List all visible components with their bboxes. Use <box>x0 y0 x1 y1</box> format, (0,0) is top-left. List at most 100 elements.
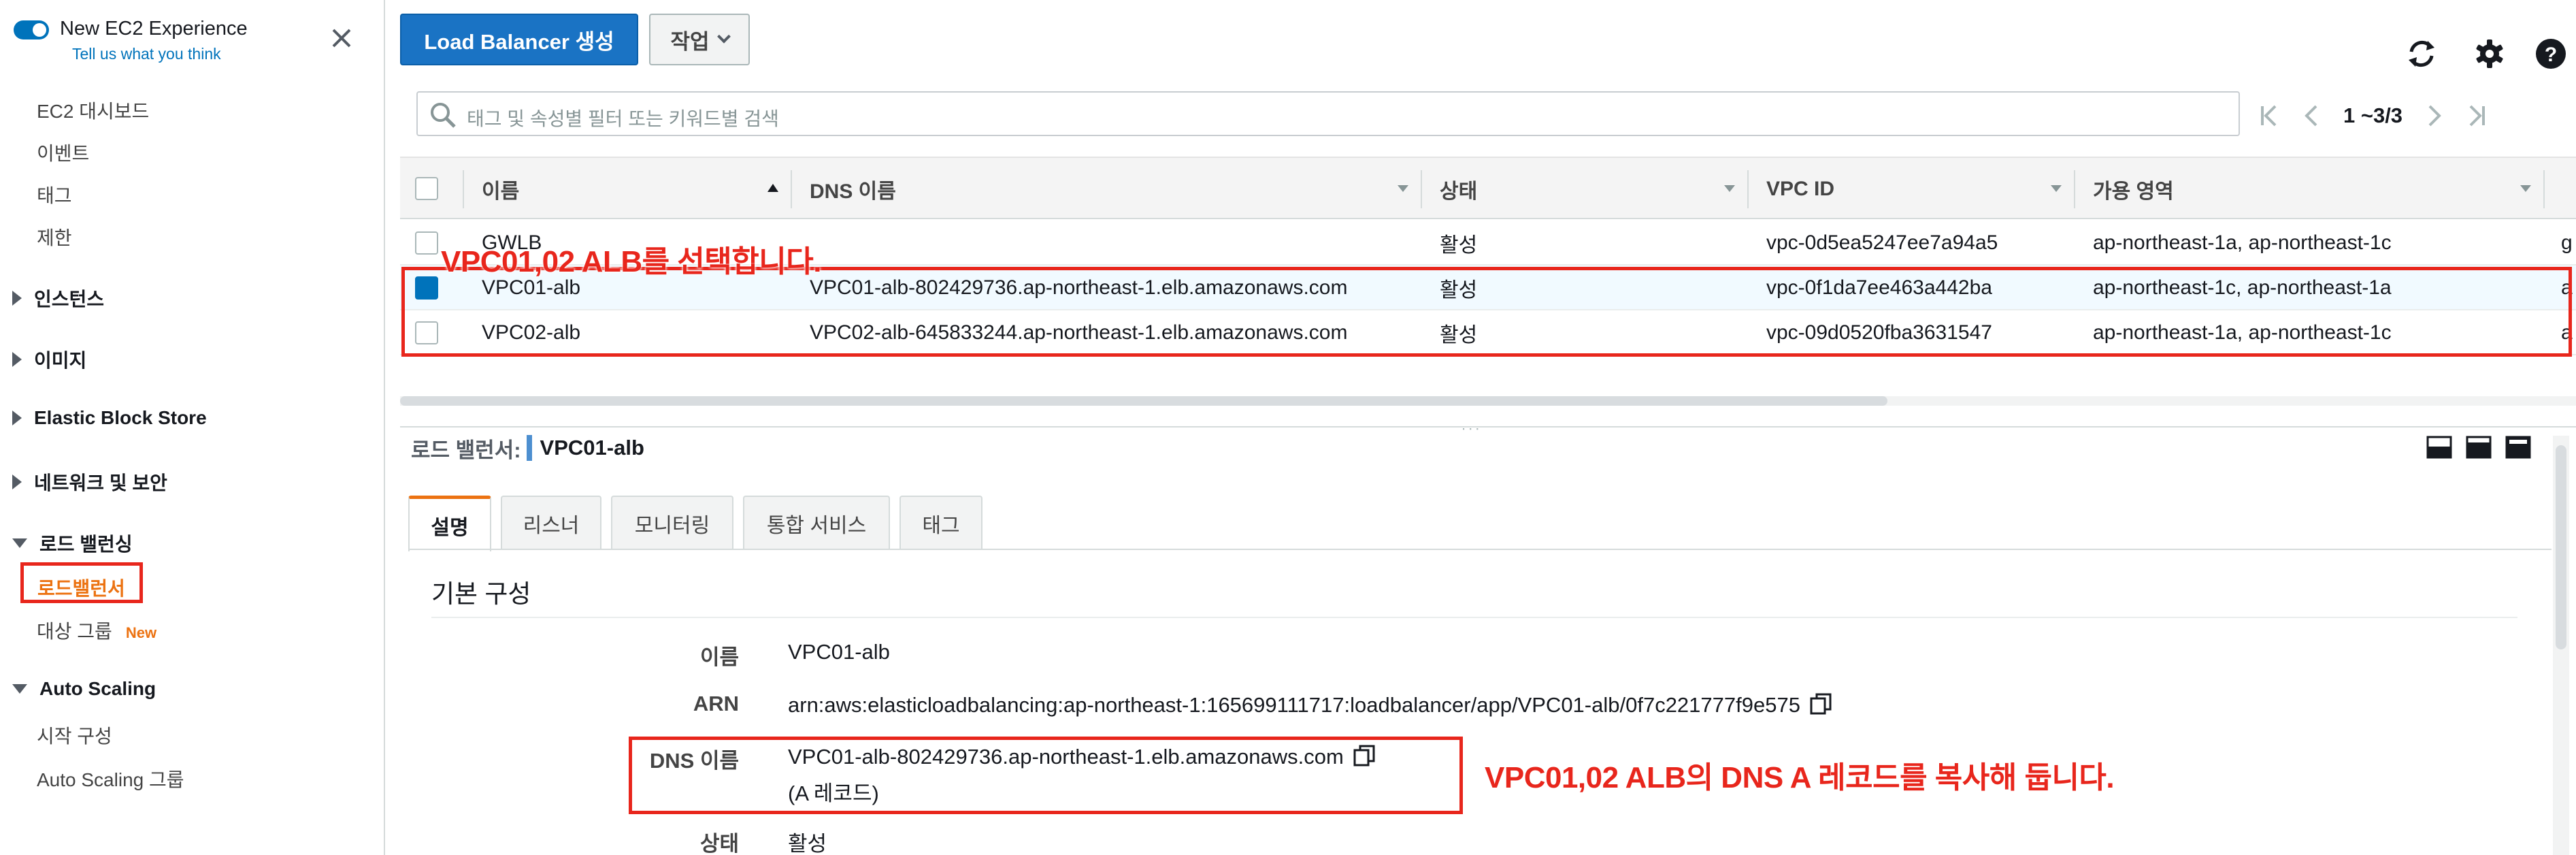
row-checkbox[interactable] <box>415 231 438 255</box>
tab-tags[interactable]: 태그 <box>899 496 982 550</box>
detail-marker <box>526 435 532 461</box>
caret-down-icon <box>12 684 27 694</box>
sidebar-section-ebs[interactable]: Elastic Block Store <box>12 407 207 429</box>
tabs-underline <box>408 549 2552 550</box>
sidebar-section-network[interactable]: 네트워크 및 보안 <box>12 468 167 496</box>
sidebar-section-load-balancing[interactable]: 로드 밸런싱 <box>12 530 133 557</box>
sidebar-section-label: 로드 밸런싱 <box>39 534 133 555</box>
select-all-checkbox[interactable] <box>415 177 438 200</box>
layout-full-icon[interactable] <box>2505 436 2531 459</box>
last-page-icon[interactable] <box>2465 102 2487 129</box>
cell-extra: g <box>2561 231 2573 254</box>
create-load-balancer-button[interactable]: Load Balancer 생성 <box>400 14 638 65</box>
search-icon <box>431 103 456 128</box>
detail-name: VPC01-alb <box>540 436 644 459</box>
copy-icon[interactable] <box>1809 692 1833 716</box>
field-value-state: 활성 <box>788 832 827 855</box>
scrollbar-thumb[interactable] <box>400 396 1887 406</box>
sidebar-section-images[interactable]: 이미지 <box>12 346 86 373</box>
chevron-down-icon <box>716 29 731 44</box>
tab-monitoring[interactable]: 모니터링 <box>611 496 733 550</box>
pane-divider <box>400 426 2576 428</box>
column-header-dns[interactable]: DNS 이름 <box>810 158 896 221</box>
column-header-name[interactable]: 이름 <box>482 158 519 221</box>
svg-text:?: ? <box>2545 44 2557 66</box>
copy-annotation: VPC01,02 ALB의 DNS A 레코드를 복사해 둡니다. <box>1485 761 2115 794</box>
caret-right-icon <box>12 352 22 367</box>
field-value-arn: arn:aws:elasticloadbalancing:ap-northeas… <box>788 692 1833 717</box>
feedback-link[interactable]: Tell us what you think <box>72 45 221 63</box>
gear-icon[interactable] <box>2471 35 2508 72</box>
field-key-name: 이름 <box>699 645 739 669</box>
sort-icon <box>1398 185 1408 192</box>
actions-label: 작업 <box>670 29 710 54</box>
sidebar-section-label: Elastic Block Store <box>34 407 207 428</box>
pagination: 1 ~3/3 <box>2259 95 2487 136</box>
sort-icon <box>2051 185 2062 192</box>
sidebar-item-tags[interactable]: 태그 <box>37 181 72 208</box>
help-icon[interactable]: ? <box>2532 35 2569 72</box>
caret-down-icon <box>12 538 27 548</box>
detail-title: 로드 밸런서: VPC01-alb <box>411 434 644 462</box>
layout-bottom-icon[interactable] <box>2426 436 2452 459</box>
new-experience-toggle[interactable] <box>14 20 49 39</box>
tab-description[interactable]: 설명 <box>408 496 491 551</box>
table-header: 이름 DNS 이름 상태 VPC ID 가용 영역 <box>400 157 2576 219</box>
sidebar-section-label: 이미지 <box>34 350 87 371</box>
scrollbar-thumb[interactable] <box>2556 445 2566 649</box>
tab-listeners[interactable]: 리스너 <box>501 496 601 550</box>
cell-state: 활성 <box>1440 234 1478 257</box>
new-badge: New <box>125 624 157 641</box>
sidebar-item-target-groups[interactable]: 대상 그룹 New <box>37 617 156 644</box>
search-input[interactable]: 태그 및 속성별 필터 또는 키워드별 검색 <box>416 91 2240 136</box>
new-experience-title: New EC2 Experience <box>60 18 248 39</box>
prev-page-icon[interactable] <box>2301 102 2323 129</box>
sidebar-item-load-balancers[interactable]: 로드밸런서 <box>20 562 143 603</box>
sidebar-section-label: Auto Scaling <box>39 678 156 699</box>
select-annotation: VPC01,02 ALB를 선택합니다. <box>441 245 821 278</box>
close-icon[interactable] <box>329 26 354 50</box>
first-page-icon[interactable] <box>2259 102 2281 129</box>
cell-vpc: vpc-0d5ea5247ee7a94a5 <box>1766 231 1998 254</box>
sort-icon <box>1724 185 1735 192</box>
resize-handle[interactable]: ∙∙∙ <box>1462 419 1482 437</box>
sidebar-item-asg[interactable]: Auto Scaling 그룹 <box>37 765 184 792</box>
tab-integrated-services[interactable]: 통합 서비스 <box>743 496 890 550</box>
column-header-state[interactable]: 상태 <box>1440 158 1477 221</box>
layout-split-icon[interactable] <box>2466 436 2492 459</box>
sort-icon <box>2520 185 2531 192</box>
column-header-vpc[interactable]: VPC ID <box>1766 158 1834 221</box>
sort-asc-icon <box>767 184 778 192</box>
sidebar-item-limits[interactable]: 제한 <box>37 223 72 251</box>
horizontal-scrollbar[interactable] <box>400 396 2576 406</box>
cell-az: ap-northeast-1a, ap-northeast-1c <box>2093 231 2392 254</box>
caret-right-icon <box>12 474 22 489</box>
sidebar: New EC2 Experience Tell us what you thin… <box>0 0 385 855</box>
field-key-arn: ARN <box>693 692 739 715</box>
cell-dns <box>810 221 1408 265</box>
pagination-range: 1 ~3/3 <box>2343 103 2403 127</box>
sidebar-item-label: 로드밸런서 <box>37 578 125 599</box>
arn-text: arn:aws:elasticloadbalancing:ap-northeas… <box>788 693 1800 717</box>
actions-dropdown[interactable]: 작업 <box>649 14 750 65</box>
refresh-icon[interactable] <box>2403 35 2440 72</box>
sidebar-section-instances[interactable]: 인스턴스 <box>12 285 104 312</box>
section-title: 기본 구성 <box>431 580 531 608</box>
field-value-name: VPC01-alb <box>788 640 890 664</box>
sidebar-section-label: 인스턴스 <box>34 289 105 310</box>
caret-right-icon <box>12 410 22 425</box>
vertical-scrollbar[interactable] <box>2553 436 2569 855</box>
sidebar-section-auto-scaling[interactable]: Auto Scaling <box>12 678 156 700</box>
sidebar-item-dashboard[interactable]: EC2 대시보드 <box>37 97 149 124</box>
sidebar-section-label: 네트워크 및 보안 <box>34 472 167 494</box>
dns-highlight-box <box>629 737 1463 814</box>
column-header-az[interactable]: 가용 영역 <box>2093 158 2174 221</box>
search-placeholder: 태그 및 속성별 필터 또는 키워드별 검색 <box>467 108 779 129</box>
detail-label: 로드 밸런서: <box>411 438 521 462</box>
next-page-icon[interactable] <box>2423 102 2445 129</box>
section-divider <box>431 617 2517 618</box>
sidebar-item-events[interactable]: 이벤트 <box>37 139 89 166</box>
sidebar-item-label: 대상 그룹 <box>37 621 112 642</box>
sidebar-item-launch-config[interactable]: 시작 구성 <box>37 722 112 749</box>
caret-right-icon <box>12 291 22 306</box>
